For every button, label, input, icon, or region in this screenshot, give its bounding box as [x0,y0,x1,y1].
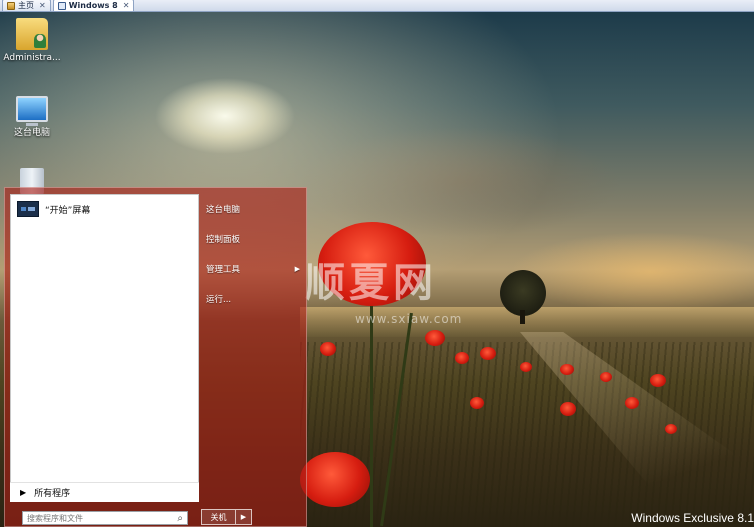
search-input[interactable] [27,513,178,523]
poppy-flower [625,397,639,409]
desktop-icon-administrator[interactable]: Administra... [0,18,64,63]
poppy-flower [665,424,677,434]
watermark-url: www.sxiaw.com [355,312,463,326]
arrow-right-icon: ▶ [20,488,27,497]
desktop-icon-label: 这台电脑 [13,128,50,138]
close-icon[interactable]: ✕ [123,1,130,10]
search-icon[interactable]: ⌕ [177,513,183,524]
chevron-right-icon: ▶ [240,513,247,521]
shutdown-options-button[interactable]: ▶ [236,509,252,525]
user-folder-icon [16,18,48,50]
computer-icon [16,96,48,126]
vm-icon [57,1,66,10]
poppy-flower [480,347,496,360]
start-menu-right-pane: 这台电脑 控制面板 管理工具 ▶ 运行... [201,194,306,314]
vm-tab-bar: 主页 ✕ Windows 8 ✕ [0,0,754,12]
wallpaper-tree-trunk [520,310,525,324]
start-menu-item-label: “开始”屏幕 [45,205,91,216]
poppy-flower [300,452,370,507]
all-programs-button[interactable]: ▶ 所有程序 [10,482,199,502]
start-menu: “开始”屏幕 ▶ 所有程序 ⌕ 这台电脑 控制面板 管理工具 ▶ 运行... 关… [4,187,307,527]
home-icon [7,1,15,10]
all-programs-label: 所有程序 [34,489,71,499]
desktop-icon-label: Administra... [3,53,61,63]
chevron-right-icon: ▶ [294,265,300,273]
shutdown-button[interactable]: 关机 [201,509,236,525]
watermark-text: 顺夏网 [305,260,437,306]
right-item-control-panel[interactable]: 控制面板 [201,224,306,254]
tab-windows-8[interactable]: Windows 8 ✕ [52,0,135,11]
poppy-flower [520,362,532,372]
poppy-flower [560,402,576,416]
search-box[interactable]: ⌕ [22,511,188,525]
poppy-flower [320,342,336,356]
shutdown-label: 关机 [210,512,227,522]
close-icon[interactable]: ✕ [39,1,46,10]
right-item-run[interactable]: 运行... [201,284,306,314]
right-item-label: 这台电脑 [206,205,241,215]
right-item-label: 运行... [206,295,232,305]
start-menu-programs-pane: “开始”屏幕 [10,194,199,493]
windows-build-text: Windows Exclusive 8.1 [631,511,754,525]
tab-home-label: 主页 [18,1,34,10]
poppy-flower [470,397,484,409]
desktop-icon-this-pc[interactable]: 这台电脑 [0,96,64,138]
tab-windows-8-label: Windows 8 [68,1,118,10]
right-item-this-pc[interactable]: 这台电脑 [201,194,306,224]
poppy-flower [455,352,469,364]
right-item-label: 控制面板 [206,235,241,245]
poppy-flower [560,364,574,375]
poppy-stem [370,292,373,527]
start-menu-item-start-screen[interactable]: “开始”屏幕 [11,195,198,223]
poppy-flower [600,372,612,382]
right-item-label: 管理工具 [206,265,241,275]
start-screen-icon [17,201,39,217]
shutdown-group: 关机 ▶ [201,509,252,525]
poppy-flower [650,374,666,387]
tab-home[interactable]: 主页 ✕ [2,0,51,11]
poppy-flower [425,330,445,346]
right-item-admin-tools[interactable]: 管理工具 ▶ [201,254,306,284]
